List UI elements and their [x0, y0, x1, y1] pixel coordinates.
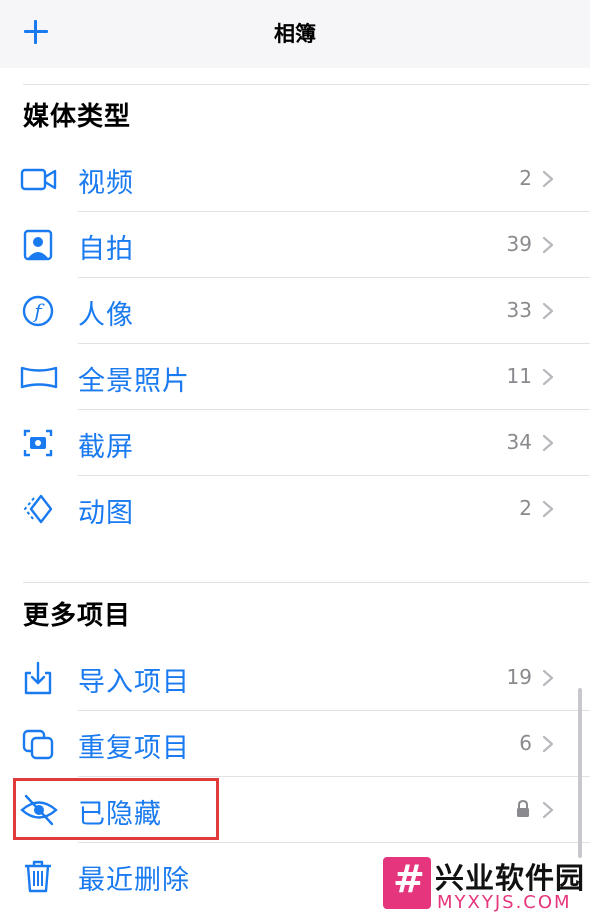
row-label: 视频: [78, 168, 134, 199]
row-label: 导入项目: [78, 667, 190, 698]
section-title-more-items: 更多项目: [23, 601, 132, 631]
row-selfies[interactable]: 自拍 39: [0, 213, 590, 277]
row-portrait[interactable]: f 人像 33: [0, 279, 590, 343]
row-videos[interactable]: 视频 2: [0, 147, 590, 211]
row-count: 33: [506, 298, 532, 322]
row-label: 截屏: [78, 432, 134, 463]
chevron-right-icon: [542, 368, 554, 386]
row-count: 34: [506, 430, 532, 454]
chevron-right-icon: [542, 801, 554, 819]
row-label: 全景照片: [78, 366, 190, 397]
row-count: 2: [519, 166, 532, 190]
divider: [78, 842, 590, 843]
row-count: 39: [506, 232, 532, 256]
lock-icon: [517, 800, 529, 817]
divider: [23, 84, 590, 85]
scrollbar[interactable]: [578, 688, 582, 858]
row-label: 自拍: [78, 234, 134, 265]
chevron-right-icon: [542, 735, 554, 753]
divider: [78, 710, 590, 711]
navigation-bar: 相簿: [0, 0, 590, 68]
row-label: 重复项目: [78, 733, 190, 764]
screenshot-icon: [23, 429, 53, 457]
row-count: 6: [519, 731, 532, 755]
chevron-right-icon: [542, 236, 554, 254]
divider: [78, 277, 590, 278]
row-count: 2: [519, 496, 532, 520]
divider: [78, 343, 590, 344]
row-label: 最近删除: [78, 865, 190, 896]
watermark-title: 兴业软件园: [435, 861, 586, 895]
divider: [78, 475, 590, 476]
trash-icon: [25, 860, 51, 893]
duplicate-icon: [22, 729, 54, 760]
import-icon: [24, 661, 52, 695]
panorama-icon: [20, 366, 58, 389]
animated-icon: [23, 494, 53, 524]
highlight-box: [13, 778, 219, 840]
row-imports[interactable]: 导入项目 19: [0, 646, 590, 710]
selfie-icon: [23, 229, 53, 261]
divider: [78, 776, 590, 777]
divider: [78, 211, 590, 212]
chevron-right-icon: [542, 434, 554, 452]
divider: [78, 409, 590, 410]
portrait-icon: f: [22, 295, 54, 327]
watermark-subtitle: MYXYJS.COM: [437, 892, 572, 913]
watermark-logo: #: [383, 857, 431, 909]
svg-text:f: f: [32, 299, 45, 323]
row-screenshots[interactable]: 截屏 34: [0, 411, 590, 475]
row-panoramas[interactable]: 全景照片 11: [0, 345, 590, 409]
video-icon: [20, 168, 57, 191]
chevron-right-icon: [542, 669, 554, 687]
row-label: 动图: [78, 498, 134, 529]
row-count: 19: [506, 665, 532, 689]
row-animated[interactable]: 动图 2: [0, 477, 590, 541]
page-title: 相簿: [274, 22, 316, 46]
chevron-right-icon: [542, 500, 554, 518]
row-label: 人像: [78, 300, 134, 331]
row-duplicates[interactable]: 重复项目 6: [0, 712, 590, 776]
divider: [23, 582, 590, 583]
chevron-right-icon: [542, 170, 554, 188]
section-title-media-types: 媒体类型: [23, 102, 132, 132]
watermark: # 兴业软件园 MYXYJS.COM: [383, 857, 586, 917]
chevron-right-icon: [542, 302, 554, 320]
row-count: 11: [506, 364, 532, 388]
